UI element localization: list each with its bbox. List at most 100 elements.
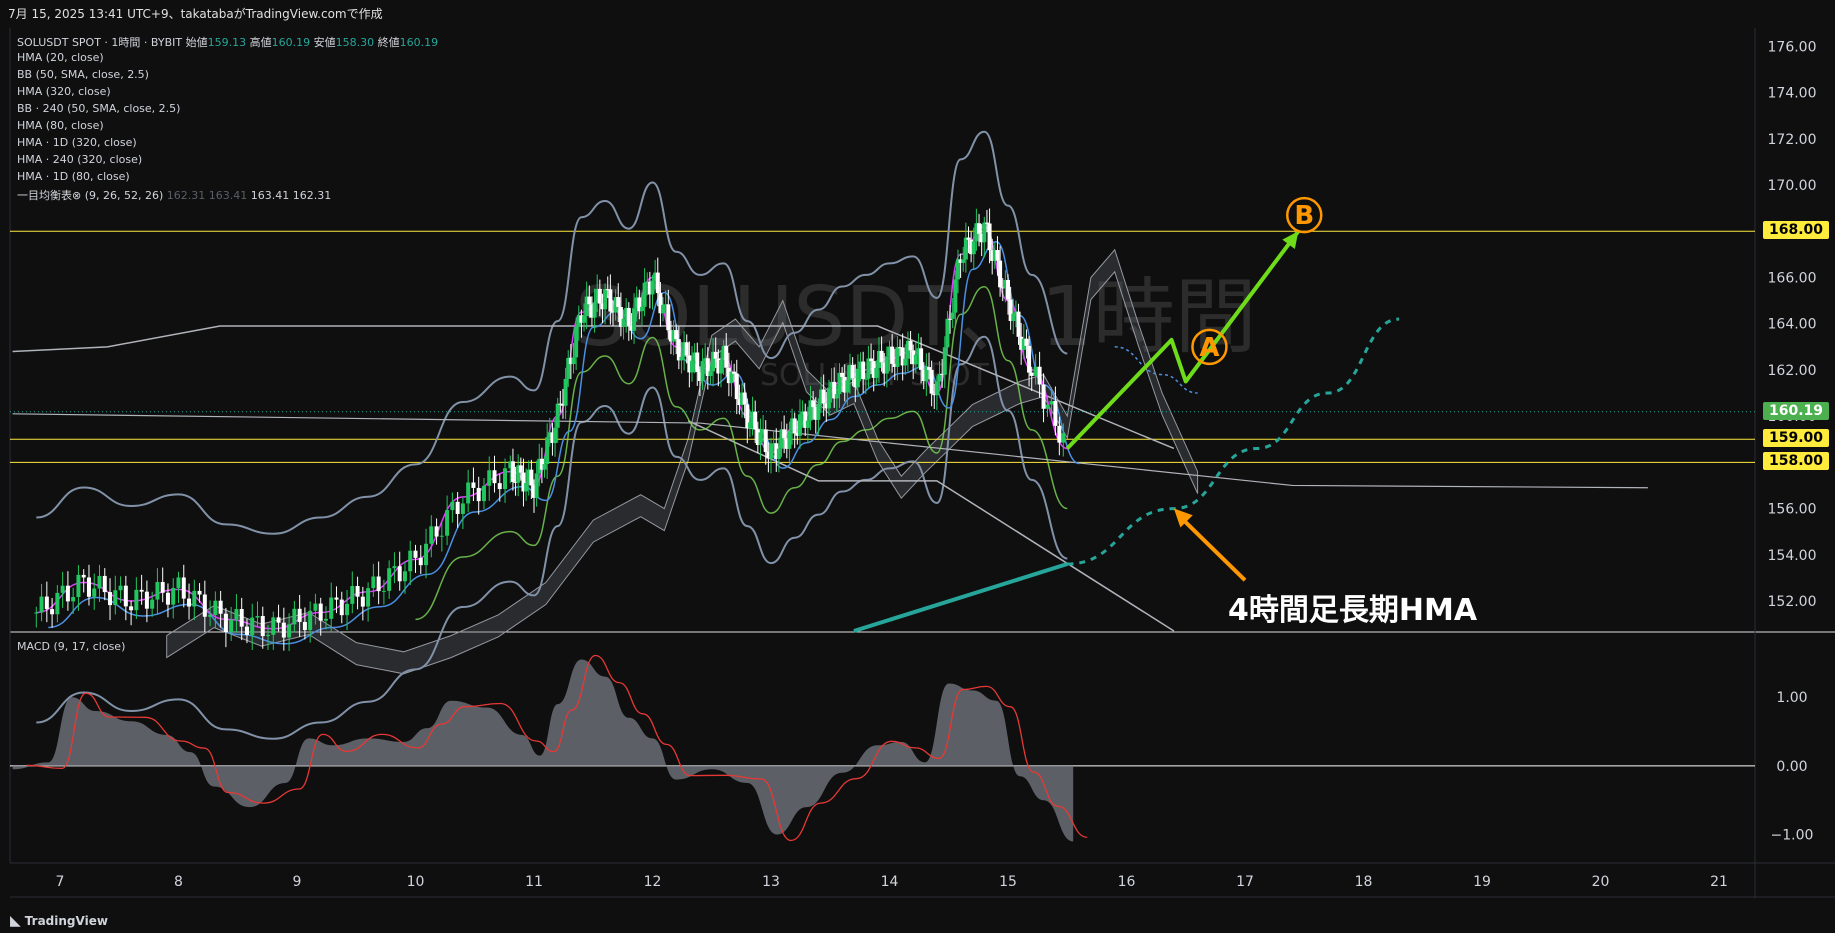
time-tick-label: 10 bbox=[407, 874, 425, 890]
legend-indicator[interactable]: HMA (80, close) bbox=[17, 119, 104, 132]
legend-indicator[interactable]: HMA · 240 (320, close) bbox=[17, 153, 142, 166]
candle-body bbox=[223, 613, 228, 633]
candle-body bbox=[102, 575, 107, 593]
candle-body bbox=[542, 464, 547, 470]
legend-indicator[interactable]: BB (50, SMA, close, 2.5) bbox=[17, 68, 149, 81]
candle-body bbox=[181, 577, 186, 599]
candle-body bbox=[826, 387, 831, 409]
legend-ichimoku[interactable]: 一目均衡表⊗ (9, 26, 52, 26) 162.31 163.41 163… bbox=[17, 187, 331, 203]
chart-canvas[interactable]: SOLUSDT、1時間SOLUSDT SPOT 152.00154.00156.… bbox=[0, 0, 1835, 933]
candle-body bbox=[639, 306, 644, 312]
legend-indicator[interactable]: HMA (320, close) bbox=[17, 85, 111, 98]
candle-body bbox=[134, 589, 139, 611]
candle-body bbox=[503, 468, 508, 490]
candle-body bbox=[592, 302, 597, 318]
candle-body bbox=[355, 586, 360, 597]
candle-body bbox=[1061, 433, 1066, 443]
candle-body bbox=[334, 597, 339, 600]
candle-body bbox=[510, 461, 515, 482]
candle-body bbox=[582, 316, 587, 323]
candle-body bbox=[879, 350, 884, 363]
candle-body bbox=[608, 289, 613, 312]
price-tick-label: 174.00 bbox=[1768, 86, 1817, 102]
candle-body bbox=[387, 568, 392, 591]
candle-body bbox=[1057, 425, 1062, 443]
candle-body bbox=[439, 535, 444, 537]
candle-body bbox=[339, 599, 344, 616]
candle-body bbox=[869, 358, 874, 362]
ichimoku-value: 162.31 bbox=[292, 189, 332, 202]
time-tick-label: 14 bbox=[881, 874, 899, 890]
candle-body bbox=[255, 616, 260, 618]
candle-body bbox=[371, 576, 376, 589]
legend-high-value: 160.19 bbox=[271, 36, 311, 49]
legend-low-value: 158.30 bbox=[335, 36, 375, 49]
candle-body bbox=[155, 582, 160, 600]
candle-body bbox=[942, 347, 947, 375]
candle-body bbox=[753, 411, 758, 430]
macd-legend[interactable]: MACD (9, 17, close) bbox=[17, 640, 125, 653]
candle-body bbox=[176, 577, 181, 588]
candle-body bbox=[553, 427, 558, 444]
candle-body bbox=[948, 318, 953, 320]
candle-body bbox=[1049, 401, 1054, 405]
price-label: 158.00 bbox=[1762, 452, 1829, 471]
candle-body bbox=[734, 373, 739, 400]
candle-body bbox=[732, 371, 737, 374]
candle-body bbox=[65, 585, 70, 602]
candle-body bbox=[202, 594, 207, 617]
candle-body bbox=[884, 356, 889, 374]
candle-body bbox=[666, 304, 671, 331]
candle-body bbox=[861, 361, 866, 380]
candle-body bbox=[919, 348, 924, 370]
candle-body bbox=[313, 603, 318, 611]
candle-body bbox=[621, 318, 626, 327]
candle-body bbox=[345, 603, 350, 616]
candle-body bbox=[97, 575, 102, 589]
legend-high-label: 高値 bbox=[249, 36, 272, 49]
candle-body bbox=[747, 422, 752, 429]
candle-body bbox=[208, 614, 213, 617]
candle-body bbox=[534, 473, 539, 498]
candle-body bbox=[487, 470, 492, 486]
candle-body bbox=[302, 621, 307, 631]
candle-body bbox=[50, 609, 55, 615]
candle-body bbox=[350, 586, 355, 604]
candle-body bbox=[603, 289, 608, 310]
candle-body bbox=[434, 526, 439, 537]
legend-indicator[interactable]: HMA · 1D (80, close) bbox=[17, 170, 130, 183]
legend-indicator[interactable]: HMA (20, close) bbox=[17, 51, 104, 64]
candle-body bbox=[86, 577, 91, 597]
candle-body bbox=[81, 574, 86, 578]
candle-body bbox=[524, 482, 529, 492]
candle-body bbox=[545, 437, 550, 465]
candle-body bbox=[250, 617, 255, 635]
candle-body bbox=[450, 501, 455, 511]
candle-body bbox=[213, 600, 218, 615]
time-tick-label: 20 bbox=[1592, 874, 1610, 890]
candle-body bbox=[218, 600, 223, 614]
candle-body bbox=[724, 345, 729, 368]
candle-body bbox=[866, 358, 871, 379]
candle-body bbox=[845, 380, 850, 393]
candle-body bbox=[718, 359, 723, 374]
candle-body bbox=[360, 596, 365, 607]
candle-body bbox=[60, 585, 65, 593]
candle-body bbox=[953, 279, 958, 313]
candle-body bbox=[39, 596, 44, 613]
macd-tick-label: 1.00 bbox=[1776, 690, 1807, 706]
legend-symbol-line: SOLUSDT SPOT · 1時間 · BYBIT 始値159.13 高値16… bbox=[17, 34, 438, 50]
tradingview-logo[interactable]: ◣ TradingView bbox=[10, 913, 108, 929]
candle-body bbox=[318, 603, 323, 621]
candle-body bbox=[476, 487, 481, 502]
candle-body bbox=[1006, 279, 1010, 300]
price-label: 168.00 bbox=[1762, 221, 1829, 240]
candle-body bbox=[995, 250, 1000, 261]
legend-indicator[interactable]: HMA · 1D (320, close) bbox=[17, 136, 137, 149]
candle-body bbox=[1045, 404, 1050, 409]
candle-body bbox=[397, 566, 402, 582]
candle-body bbox=[113, 590, 118, 606]
legend-indicator[interactable]: BB · 240 (50, SMA, close, 2.5) bbox=[17, 102, 180, 115]
candle-body bbox=[165, 592, 170, 605]
time-tick-label: 18 bbox=[1355, 874, 1373, 890]
